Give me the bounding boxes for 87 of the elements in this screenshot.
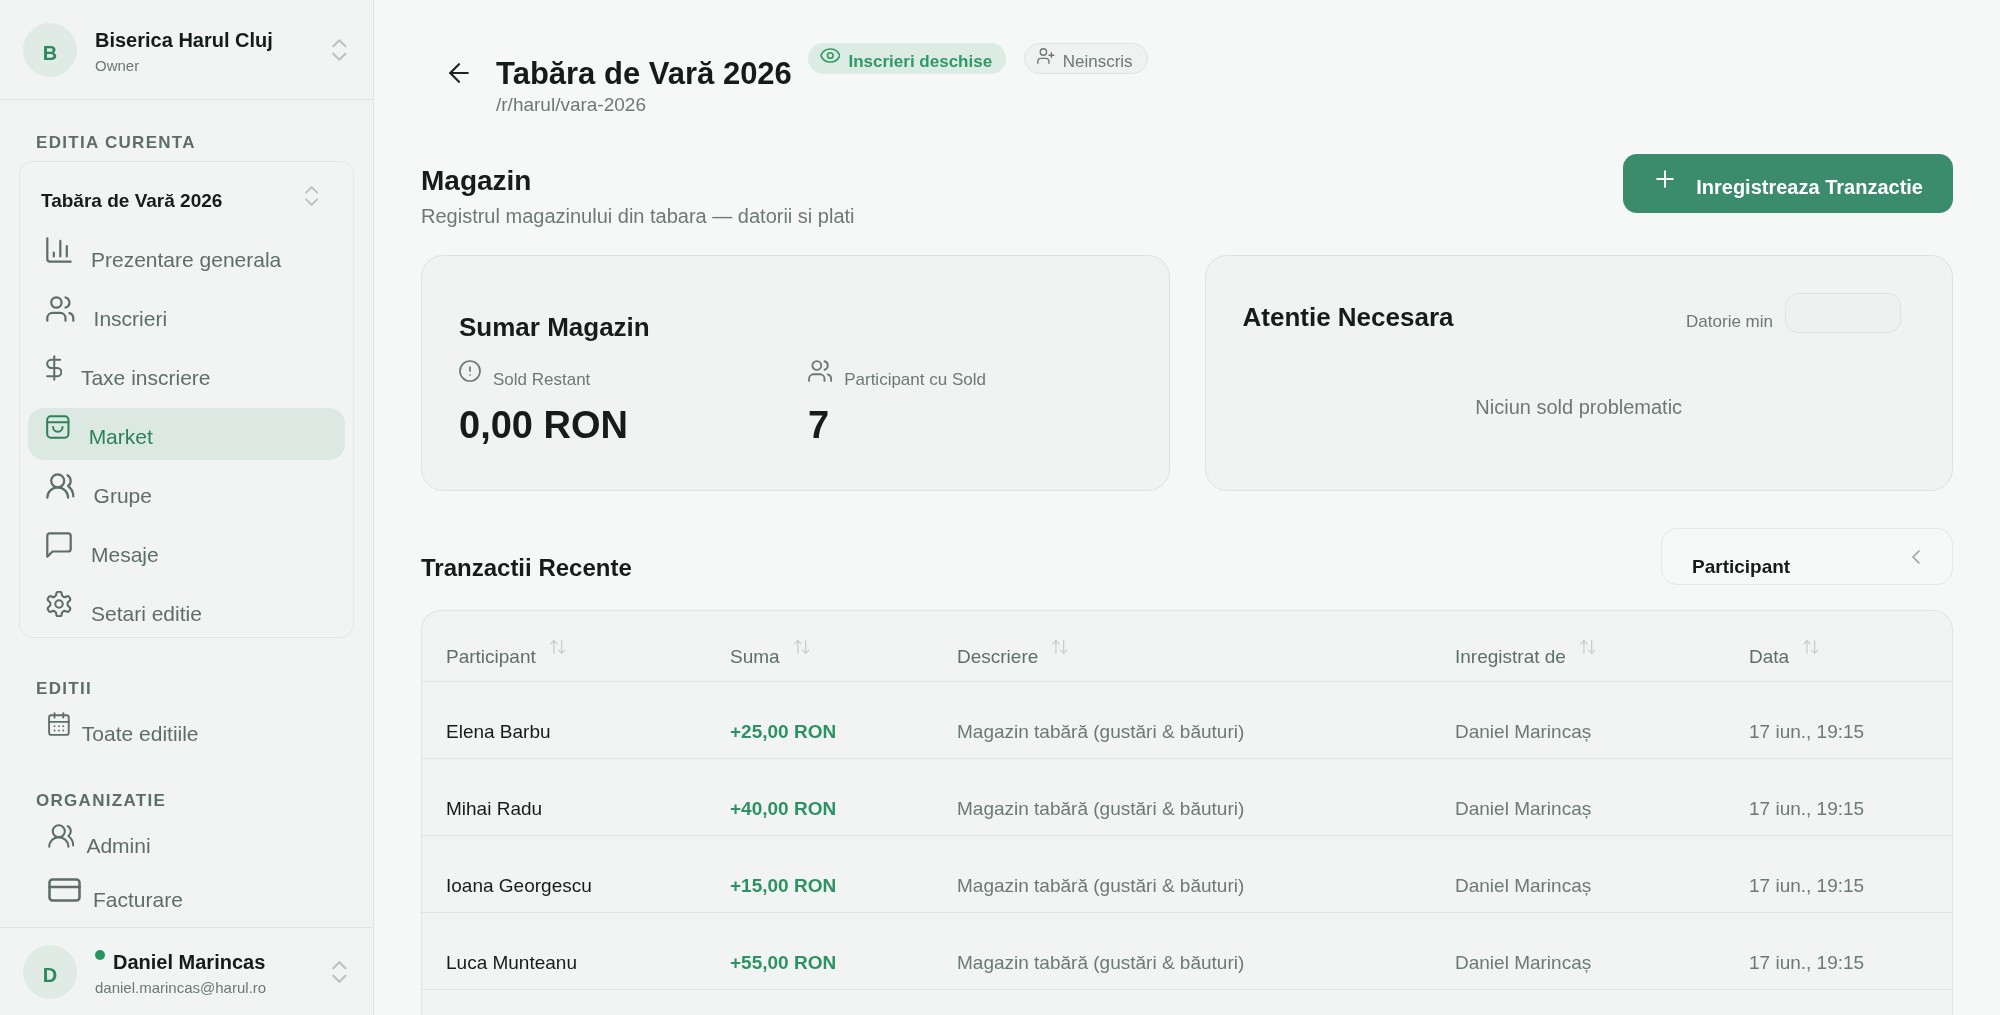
users-icon bbox=[48, 824, 75, 848]
chevron-icon bbox=[1912, 549, 1920, 564]
chevrons-up-down-icon bbox=[304, 186, 318, 206]
sort-icon bbox=[793, 640, 810, 654]
column-header[interactable]: Inregistrat de bbox=[1455, 640, 1596, 668]
section-label: ORGANIZATIE bbox=[36, 790, 168, 812]
organization-avatar: B bbox=[23, 22, 77, 77]
organization-name: Biserica Harul Cluj bbox=[95, 28, 274, 52]
table-cell-text: Luca Munteanu bbox=[446, 952, 578, 974]
column-header[interactable]: Descriere bbox=[957, 640, 1068, 668]
user-avatar: D bbox=[23, 944, 77, 999]
users-icon bbox=[46, 296, 75, 322]
table-cell-text: Daniel Marincaș bbox=[1455, 798, 1593, 820]
bar-chart-icon bbox=[46, 237, 72, 263]
event-title: Tabăra de Vară 2026 bbox=[496, 56, 792, 92]
page-subtitle: Registrul magazinului din tabara — datorii si plati bbox=[421, 204, 855, 229]
add-transaction-button[interactable]: Inregistreaza Tranzactie bbox=[1623, 154, 1953, 213]
stat-value: 0,00 RON bbox=[459, 403, 629, 447]
table-cell-text: Elena Barbu bbox=[446, 721, 552, 743]
card-title: Atentie Necesara bbox=[1242, 301, 1454, 333]
nav-item[interactable]: Taxe inscriere bbox=[28, 349, 345, 401]
stat-label: Participant cu Sold bbox=[844, 369, 986, 391]
min-debt-label: Datorie min bbox=[1686, 311, 1773, 333]
table-cell-text: Mihai Radu bbox=[446, 798, 544, 820]
user-plus-icon bbox=[1037, 47, 1055, 64]
sort-icon bbox=[1803, 640, 1819, 654]
table-cell-text: Magazin tabără (gustări & băuturi) bbox=[957, 952, 1246, 974]
users-icon bbox=[46, 473, 75, 499]
table-cell-text: Magazin tabără (gustări & băuturi) bbox=[957, 875, 1246, 897]
user-email: daniel.marincas@harul.ro bbox=[95, 979, 268, 997]
eye-icon bbox=[819, 48, 841, 63]
table-cell-text: +25,00 RON bbox=[730, 721, 838, 743]
sort-icon bbox=[1579, 640, 1596, 654]
nav-item[interactable]: Facturare bbox=[19, 874, 354, 920]
table-cell-text: Magazin tabără (gustări & băuturi) bbox=[957, 798, 1246, 820]
user-name: Daniel Marincas bbox=[113, 950, 266, 974]
calendar-icon bbox=[48, 712, 70, 736]
table-cell-text: 17 iun., 19:15 bbox=[1749, 798, 1866, 820]
nav-item[interactable]: Mesaje bbox=[28, 526, 345, 578]
table-cell-text: Ioana Georgescu bbox=[446, 875, 593, 897]
users-icon bbox=[808, 360, 833, 382]
participant-filter-select[interactable]: Participant bbox=[1661, 528, 1953, 585]
sort-icon bbox=[1052, 640, 1068, 654]
nav-item[interactable]: Admini bbox=[19, 820, 354, 866]
message-icon bbox=[46, 532, 72, 558]
event-url: /r/harul/vara-2026 bbox=[496, 93, 647, 117]
table-cell-text: 17 iun., 19:15 bbox=[1749, 875, 1866, 897]
nav-item[interactable]: Grupe bbox=[28, 467, 345, 519]
back-icon[interactable] bbox=[449, 63, 469, 83]
credit-card-icon bbox=[48, 878, 81, 902]
chevrons-up-down-icon[interactable] bbox=[332, 38, 347, 61]
nav-item[interactable]: Market bbox=[28, 408, 345, 460]
section-title: Tranzactii Recente bbox=[421, 553, 632, 583]
dollar-icon bbox=[46, 355, 62, 381]
settings-icon bbox=[46, 591, 72, 617]
table-cell-text: +55,00 RON bbox=[730, 952, 838, 974]
card-title: Sumar Magazin bbox=[459, 311, 651, 343]
table-cell-text: 17 iun., 19:15 bbox=[1749, 952, 1866, 974]
alert-circle-icon bbox=[459, 360, 481, 382]
plus-icon bbox=[1656, 169, 1675, 188]
sort-icon bbox=[549, 640, 566, 654]
organization-role: Owner bbox=[95, 57, 141, 75]
table-cell-text: Daniel Marincaș bbox=[1455, 952, 1593, 974]
nav-item[interactable]: Inscrieri bbox=[28, 290, 345, 342]
nav-item[interactable]: Prezentare generala bbox=[28, 231, 345, 283]
table-cell-text: Daniel Marincaș bbox=[1455, 721, 1593, 743]
column-header[interactable]: Suma bbox=[730, 640, 810, 668]
edition-selector[interactable]: Tabăra de Vară 2026 bbox=[28, 168, 345, 224]
status-label: Inscrieri deschise bbox=[848, 50, 993, 72]
nav-item[interactable]: Toate editiile bbox=[19, 708, 354, 754]
table-cell-text: Magazin tabără (gustări & băuturi) bbox=[957, 721, 1246, 743]
page-title: Magazin bbox=[421, 164, 533, 198]
section-label: EDITIA CURENTA bbox=[36, 132, 197, 154]
empty-message: Niciun sold problematic bbox=[1474, 395, 1684, 420]
table-cell-text: 17 iun., 19:15 bbox=[1749, 721, 1866, 743]
section-label: EDITII bbox=[36, 678, 93, 700]
nav-item[interactable]: Setari editie bbox=[28, 585, 345, 637]
table-cell-text: +40,00 RON bbox=[730, 798, 838, 820]
registration-label: Neinscris bbox=[1062, 50, 1133, 72]
column-header[interactable]: Participant bbox=[446, 640, 566, 668]
column-header[interactable]: Data bbox=[1749, 640, 1819, 668]
shopping-bag-icon bbox=[46, 414, 70, 440]
table-cell-text: +15,00 RON bbox=[730, 875, 838, 897]
chevrons-up-down-icon[interactable] bbox=[332, 960, 347, 983]
table-cell-text: Daniel Marincaș bbox=[1455, 875, 1593, 897]
stat-value: 7 bbox=[808, 403, 831, 447]
stat-label: Sold Restant bbox=[493, 369, 591, 391]
